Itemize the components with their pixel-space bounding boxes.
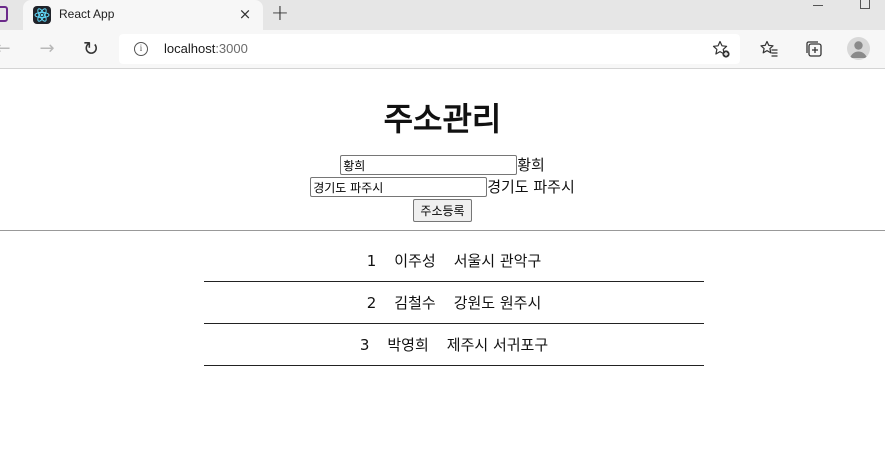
page-title: 주소관리 <box>383 100 502 138</box>
tab-strip: React App × + <box>0 0 885 30</box>
name-input[interactable] <box>340 155 518 175</box>
register-address-button[interactable]: 주소등록 <box>413 199 472 222</box>
list-item: 1 이주성 서울시 관악구 <box>204 240 704 282</box>
browser-toolbar: ← → ↻ i localhost:3000 <box>0 30 885 69</box>
item-address: 강원도 원주시 <box>453 294 542 312</box>
url-text[interactable]: localhost:3000 <box>164 41 248 56</box>
minimize-window-icon[interactable] <box>813 5 823 6</box>
profile-avatar-icon[interactable] <box>847 37 870 60</box>
address-row: 경기도 파주시 <box>0 177 885 197</box>
address-bar[interactable]: i localhost:3000 <box>119 34 740 64</box>
tab-close-icon[interactable]: × <box>237 6 253 22</box>
reload-icon[interactable]: ↻ <box>80 38 102 60</box>
collections-icon[interactable] <box>804 39 824 59</box>
list-item: 3 박영희 제주시 서귀포구 <box>204 324 704 366</box>
previous-tab-icon[interactable] <box>0 6 8 22</box>
item-address: 서울시 관악구 <box>453 252 542 270</box>
react-logo-icon <box>33 6 51 24</box>
back-icon[interactable]: ← <box>0 38 14 60</box>
forward-icon[interactable]: → <box>36 38 58 60</box>
item-id: 1 <box>366 252 377 270</box>
divider <box>0 230 885 231</box>
item-id: 2 <box>366 294 377 312</box>
browser-tab[interactable]: React App × <box>23 0 263 30</box>
name-row: 황희 <box>0 155 885 175</box>
add-favorite-icon[interactable] <box>711 39 731 59</box>
site-info-icon[interactable]: i <box>134 42 148 56</box>
item-name: 이주성 <box>394 252 436 270</box>
address-list: 1 이주성 서울시 관악구 2 김철수 강원도 원주시 3 박영희 제주시 서귀포구 <box>204 240 704 366</box>
submit-row: 주소등록 <box>0 199 885 222</box>
address-input[interactable] <box>310 177 488 197</box>
page-content: 주소관리 황희 경기도 파주시 주소등록 1 이주성 서울시 관악구 2 김철수 강원도… <box>0 70 885 471</box>
url-host: localhost <box>164 41 216 56</box>
item-name: 박영희 <box>387 336 429 354</box>
name-echo: 황희 <box>517 156 545 174</box>
item-id: 3 <box>359 336 370 354</box>
new-tab-button[interactable]: + <box>268 3 292 27</box>
maximize-window-icon[interactable] <box>860 0 870 9</box>
favorites-icon[interactable] <box>759 39 779 59</box>
item-address: 제주시 서귀포구 <box>446 336 549 354</box>
tab-title: React App <box>59 7 115 21</box>
url-port: :3000 <box>215 41 248 56</box>
list-item: 2 김철수 강원도 원주시 <box>204 282 704 324</box>
item-name: 김철수 <box>394 294 436 312</box>
address-echo: 경기도 파주시 <box>487 178 575 196</box>
